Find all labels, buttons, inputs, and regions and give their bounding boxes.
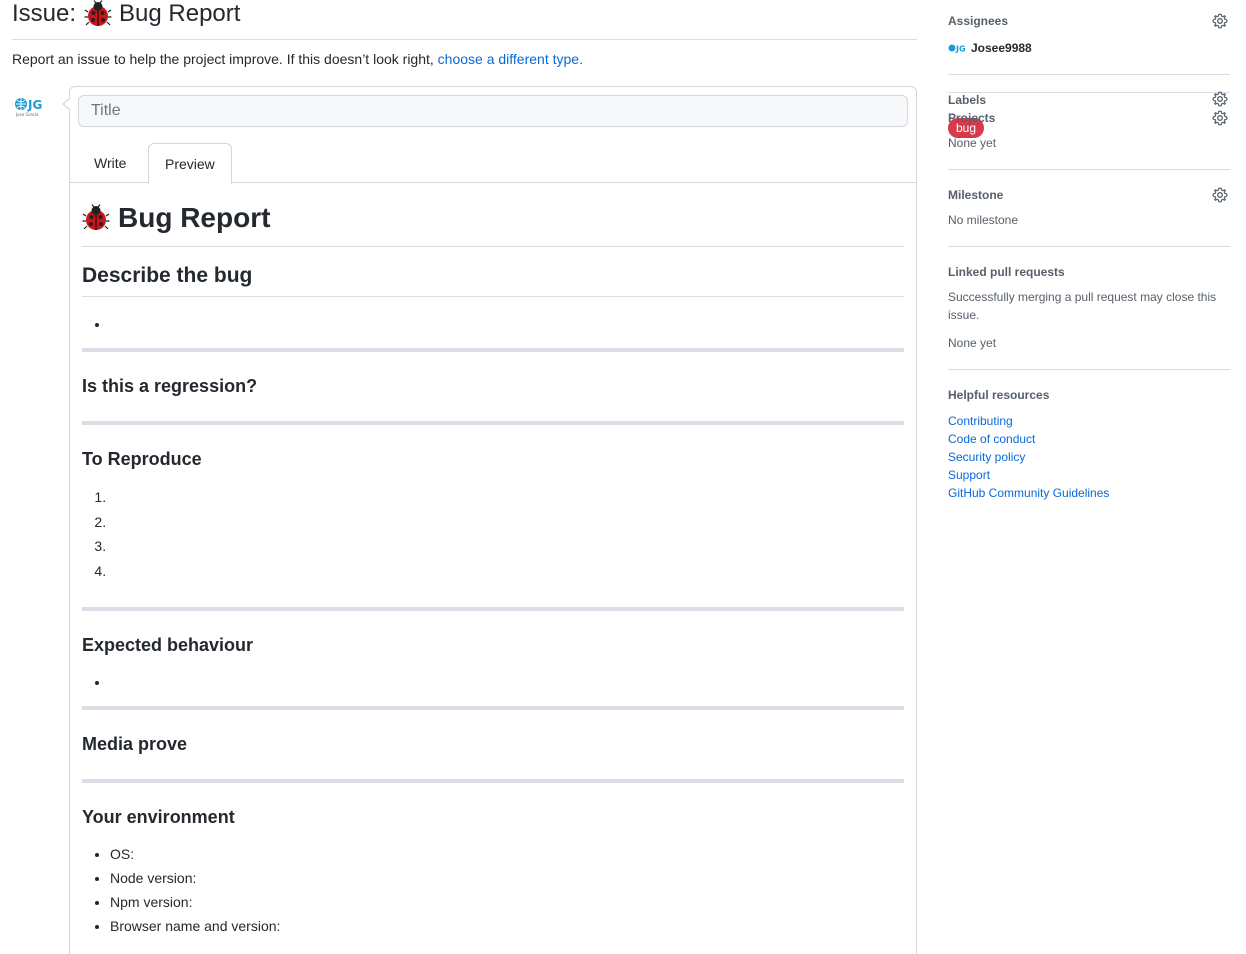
user-avatar[interactable]: JG Jose Gracia [13,96,53,118]
heading-regression: Is this a regression? [82,376,258,396]
preview-heading-text: Bug Report [118,201,271,233]
milestone-value: No milestone [948,213,1019,227]
link-security-policy[interactable]: Security policy [948,448,1230,466]
choose-type-link[interactable]: choose a different type. [438,51,583,67]
list-item: Browser name and version: [110,914,904,938]
list-item: Node version: [110,866,904,890]
issue-sidebar: Assignees JG Josee9988 Labels bug Projec… [948,0,1230,502]
tab-write[interactable]: Write [78,143,142,184]
page-subtitle: Report an issue to help the project impr… [12,50,917,68]
linked-pr-value: None yet [948,336,997,350]
list-item: OS: [110,842,904,866]
list-item [110,485,904,510]
list-item [110,312,904,336]
svg-text:Jose Gracia: Jose Gracia [15,112,39,117]
projects-section: Projects None yet [948,93,1230,170]
milestone-heading: Milestone [948,188,1004,202]
resources-heading: Helpful resources [948,388,1050,402]
linked-pr-heading: Linked pull requests [948,265,1065,279]
list-item [110,670,904,694]
expected-list [82,670,904,694]
ladybug-icon [84,0,112,26]
subtitle-text: Report an issue to help the project impr… [12,51,438,67]
svg-text:JG: JG [27,98,42,112]
divider [82,706,904,710]
projects-value: None yet [948,136,997,150]
heading-media: Media prove [82,734,188,754]
list-item [110,559,904,584]
list-item: Npm version: [110,890,904,914]
reproduce-list [82,485,904,583]
preview-heading: Bug Report [82,197,904,247]
resources-section: Helpful resources Contributing Code of c… [948,370,1230,502]
link-support[interactable]: Support [948,466,1230,484]
page-title: Issue: Bug Report [12,0,917,40]
divider [82,421,904,425]
issue-title-input[interactable] [78,95,908,127]
link-code-of-conduct[interactable]: Code of conduct [948,430,1230,448]
environment-list: OS: Node version: Npm version: Browser n… [82,842,904,938]
gear-icon[interactable] [1212,187,1228,203]
describe-list [82,312,904,336]
main-column: Issue: Bug Report Report an issue to hel… [12,0,917,954]
milestone-section: Milestone No milestone [948,170,1230,247]
list-item [110,510,904,535]
heading-expected: Expected behaviour [82,635,254,655]
heading-reproduce: To Reproduce [82,449,202,469]
link-community-guidelines[interactable]: GitHub Community Guidelines [948,484,1230,502]
link-contributing[interactable]: Contributing [948,412,1230,430]
gear-icon[interactable] [1212,110,1228,126]
issue-editor: Write Preview Bug Report Describe the bu… [62,86,917,954]
list-item [110,534,904,559]
divider [82,607,904,611]
linked-pr-description: Successfully merging a pull request may … [948,290,1217,322]
editor-tabs: Write Preview [70,143,916,184]
heading-environment: Your environment [82,807,235,827]
divider [82,348,904,352]
page-title-text: Bug Report [119,0,241,27]
resources-links: Contributing Code of conduct Security po… [948,412,1230,502]
markdown-preview: Bug Report Describe the bug Is this a re… [82,197,904,938]
divider [82,779,904,783]
page-title-prefix: Issue: [12,0,77,27]
labels-section: Labels [948,0,1230,107]
tab-preview[interactable]: Preview [148,143,232,184]
heading-describe: Describe the bug [82,263,904,297]
ladybug-icon [82,203,110,230]
linked-pr-section: Linked pull requests Successfully mergin… [948,247,1230,370]
projects-heading: Projects [948,111,996,125]
